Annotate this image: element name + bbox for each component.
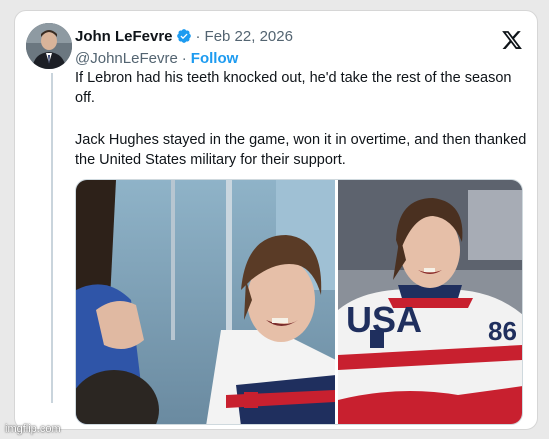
follow-button[interactable]: Follow [191, 50, 239, 67]
tweet-card: John LeFevre · Feb 22, 2026 @JohnLeFevre… [14, 10, 538, 430]
handle-row: @JohnLeFevre · Follow [75, 48, 238, 68]
tweet-paragraph-2: Jack Hughes stayed in the game, won it i… [75, 132, 527, 168]
tweet-text: If Lebron had his teeth knocked out, he'… [75, 68, 530, 170]
verified-badge-icon [176, 29, 191, 43]
separator: · [195, 27, 201, 45]
avatar[interactable] [26, 23, 72, 69]
photo-left[interactable] [76, 180, 335, 424]
author-handle[interactable]: @JohnLeFevre [75, 50, 178, 67]
thread-line [51, 73, 53, 403]
author-name[interactable]: John LeFevre [75, 28, 173, 45]
jersey-number: 86 [488, 316, 517, 346]
tweet-paragraph-1: If Lebron had his teeth knocked out, he'… [75, 70, 512, 106]
x-logo-icon[interactable] [501, 29, 523, 51]
dot-separator: · [181, 49, 187, 67]
tweet-date[interactable]: Feb 22, 2026 [205, 28, 293, 45]
name-row: John LeFevre · Feb 22, 2026 [75, 26, 293, 46]
photo-right[interactable]: USA 86 [337, 180, 522, 424]
media-grid: USA 86 [75, 179, 523, 425]
watermark: imgflip.com [5, 423, 61, 435]
jersey-text-right: USA [346, 299, 422, 340]
